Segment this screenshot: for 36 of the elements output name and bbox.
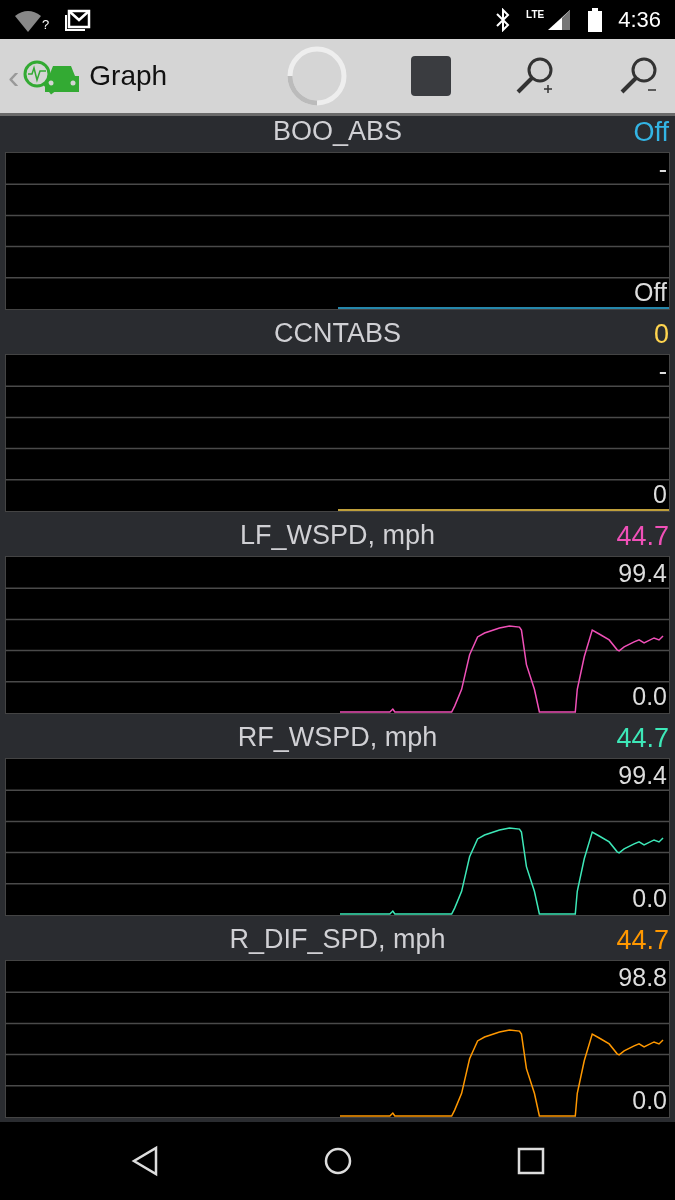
current-value: 0 <box>653 317 669 351</box>
zoom-out-icon[interactable] <box>619 55 659 96</box>
current-value: 44.7 <box>616 519 669 553</box>
axis-max-label: 99.4 <box>618 560 667 586</box>
current-value: Off <box>633 119 669 149</box>
home-nav-icon[interactable] <box>322 1145 353 1176</box>
graph-title: R_DIF_SPD, mph <box>229 923 446 957</box>
wifi-status: ? <box>42 15 50 34</box>
mail-icon <box>65 8 92 31</box>
axis-min-label: 0.0 <box>632 1087 667 1113</box>
clock: 4:36 <box>618 6 661 35</box>
axis-min-label: Off <box>634 279 667 305</box>
graph-title: BOO_ABS <box>272 119 403 149</box>
network-type: LTE <box>526 8 545 23</box>
axis-max-label: - <box>658 156 667 182</box>
axis-min-label: 0 <box>653 481 667 507</box>
graph-title: RF_WSPD, mph <box>237 721 438 755</box>
graph-title: CCNTABS <box>274 317 401 351</box>
axis-max-label: 99.4 <box>618 762 667 788</box>
current-value: 44.7 <box>616 721 669 755</box>
zoom-in-icon[interactable] <box>515 55 555 96</box>
current-value: 44.7 <box>616 923 669 957</box>
axis-min-label: 0.0 <box>632 683 667 709</box>
axis-max-label: 98.8 <box>618 964 667 990</box>
stop-button[interactable] <box>411 55 451 96</box>
back-button[interactable]: ‹ <box>8 58 20 93</box>
screen-title: Graph <box>89 58 168 93</box>
loading-spinner-icon <box>287 45 347 106</box>
signal-icon <box>546 7 573 32</box>
bluetooth-icon <box>494 7 510 32</box>
graph-title: LF_WSPD, mph <box>239 519 436 553</box>
recents-nav-icon[interactable] <box>515 1145 546 1176</box>
axis-min-label: 0.0 <box>632 885 667 911</box>
back-nav-icon[interactable] <box>129 1143 160 1178</box>
axis-max-label: - <box>658 358 667 384</box>
battery-icon <box>588 7 603 32</box>
